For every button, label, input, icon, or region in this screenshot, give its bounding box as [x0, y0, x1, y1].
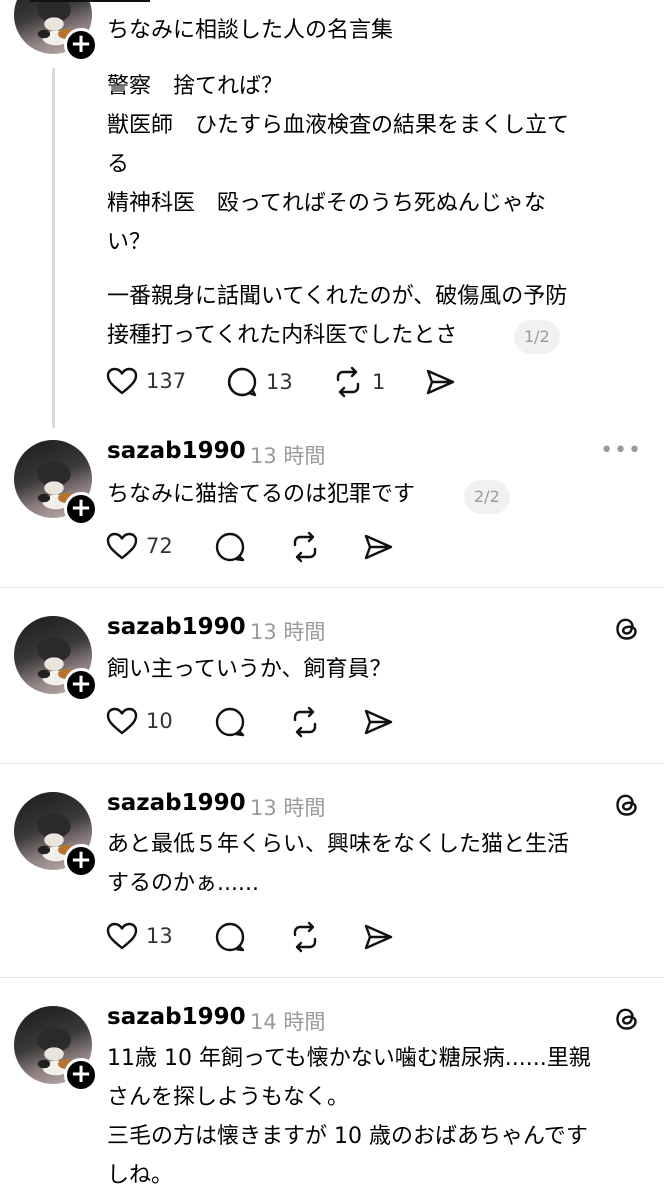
comment-bubble-icon	[215, 707, 245, 737]
post-text-line: ちなみに相談した人の名言集	[107, 18, 394, 43]
top-edge-line	[30, 0, 150, 2]
thread-connector-line	[52, 68, 55, 428]
follow-plus-icon[interactable]: +	[64, 668, 98, 702]
follow-plus-icon[interactable]: +	[64, 844, 98, 878]
username[interactable]: sazab1990	[107, 438, 246, 464]
heart-icon	[106, 922, 138, 950]
post-text: 飼い主っていうか、飼育員？	[107, 657, 392, 682]
post-2: + sazab1990 13 時間 ••• ちなみに猫捨てるのは犯罪です 2/2…	[0, 430, 664, 588]
heart-icon	[106, 532, 138, 560]
send-icon	[426, 369, 455, 395]
post-text-line: 獣医師 ひたすら血液検査の結果をまくし立て	[107, 113, 570, 138]
username[interactable]: sazab1990	[107, 614, 246, 640]
repost-count: 1	[372, 370, 386, 394]
username[interactable]: sazab1990	[107, 790, 246, 816]
threads-logo-icon[interactable]	[612, 1004, 642, 1034]
post-text-line: 11歳 10 年飼っても懐かない噛む糖尿病......里親	[107, 1046, 591, 1071]
post-text-line: 三毛の方は懐きますが 10 歳のおばあちゃんです	[107, 1124, 588, 1149]
share-button[interactable]	[362, 531, 394, 563]
username[interactable]: sazab1990	[107, 1004, 246, 1030]
post-1: + ちなみに相談した人の名言集 警察 捨てれば？ 獣医師 ひたすら血液検査の結果…	[0, 0, 664, 430]
reply-button[interactable]	[214, 706, 246, 738]
share-button[interactable]	[362, 706, 394, 738]
share-button[interactable]	[362, 921, 394, 953]
post-time: 13 時間	[250, 444, 326, 468]
reply-count: 13	[266, 370, 293, 394]
send-icon	[364, 534, 393, 560]
repost-arrows-icon	[293, 531, 317, 563]
post-time: 13 時間	[250, 620, 326, 644]
heart-icon	[106, 707, 138, 735]
heart-icon	[106, 367, 138, 395]
follow-plus-icon[interactable]: +	[64, 492, 98, 526]
post-text-line: あと最低５年くらい、興味をなくした猫と生活	[107, 832, 570, 857]
page-indicator-badge: 1/2	[514, 320, 560, 354]
post-text-line: 警察 捨てれば？	[107, 74, 284, 99]
threads-logo-icon[interactable]	[612, 614, 642, 644]
post-4: + sazab1990 13 時間 あと最低５年くらい、興味をなくした猫と生活 …	[0, 764, 664, 978]
post-text-line: しね。	[107, 1163, 174, 1188]
post-3: + sazab1990 13 時間 飼い主っていうか、飼育員？ 10	[0, 588, 664, 764]
post-text: ちなみに猫捨てるのは犯罪です	[107, 482, 416, 507]
reply-button[interactable]	[214, 531, 246, 563]
like-count: 137	[146, 369, 187, 393]
post-time: 14 時間	[250, 1010, 326, 1034]
more-dots-icon[interactable]: •••	[600, 438, 642, 463]
like-count: 13	[146, 924, 173, 948]
like-count: 10	[146, 709, 173, 733]
post-text-line: る	[107, 152, 130, 177]
reply-button[interactable]: 13	[226, 366, 293, 398]
threads-logo-icon[interactable]	[612, 790, 642, 820]
post-text-line: い？	[107, 230, 152, 255]
repost-arrows-icon	[336, 366, 360, 398]
post-time: 13 時間	[250, 796, 326, 820]
repost-arrows-icon	[293, 921, 317, 953]
send-icon	[364, 709, 393, 735]
share-button[interactable]	[424, 366, 456, 398]
post-text-line: 精神科医 殴ってればそのうち死ぬんじゃな	[107, 191, 546, 216]
like-button[interactable]: 10	[106, 706, 173, 736]
post-text-line: さんを探しようもなく。	[107, 1085, 350, 1110]
like-button[interactable]: 13	[106, 921, 173, 951]
repost-button[interactable]	[289, 706, 321, 738]
reply-button[interactable]	[214, 921, 246, 953]
post-text-line: 一番親身に話聞いてくれたのが、破傷風の予防	[107, 284, 568, 309]
comment-bubble-icon	[215, 532, 245, 562]
like-count: 72	[146, 534, 173, 558]
repost-button[interactable]	[289, 531, 321, 563]
like-button[interactable]: 137	[106, 366, 186, 396]
post-text-line: するのかぁ......	[107, 871, 259, 896]
post-text-line: 接種打ってくれた内科医でしたとさ	[107, 323, 458, 348]
send-icon	[364, 924, 393, 950]
repost-button[interactable]	[289, 921, 321, 953]
repost-button[interactable]: 1	[332, 366, 385, 398]
like-button[interactable]: 72	[106, 531, 173, 561]
comment-bubble-icon	[227, 367, 257, 397]
follow-plus-icon[interactable]: +	[64, 28, 98, 62]
repost-arrows-icon	[293, 706, 317, 738]
comment-bubble-icon	[215, 922, 245, 952]
post-5: + sazab1990 14 時間 11歳 10 年飼っても懐かない噛む糖尿病.…	[0, 978, 664, 1200]
follow-plus-icon[interactable]: +	[64, 1058, 98, 1092]
page-indicator-badge: 2/2	[464, 480, 510, 514]
